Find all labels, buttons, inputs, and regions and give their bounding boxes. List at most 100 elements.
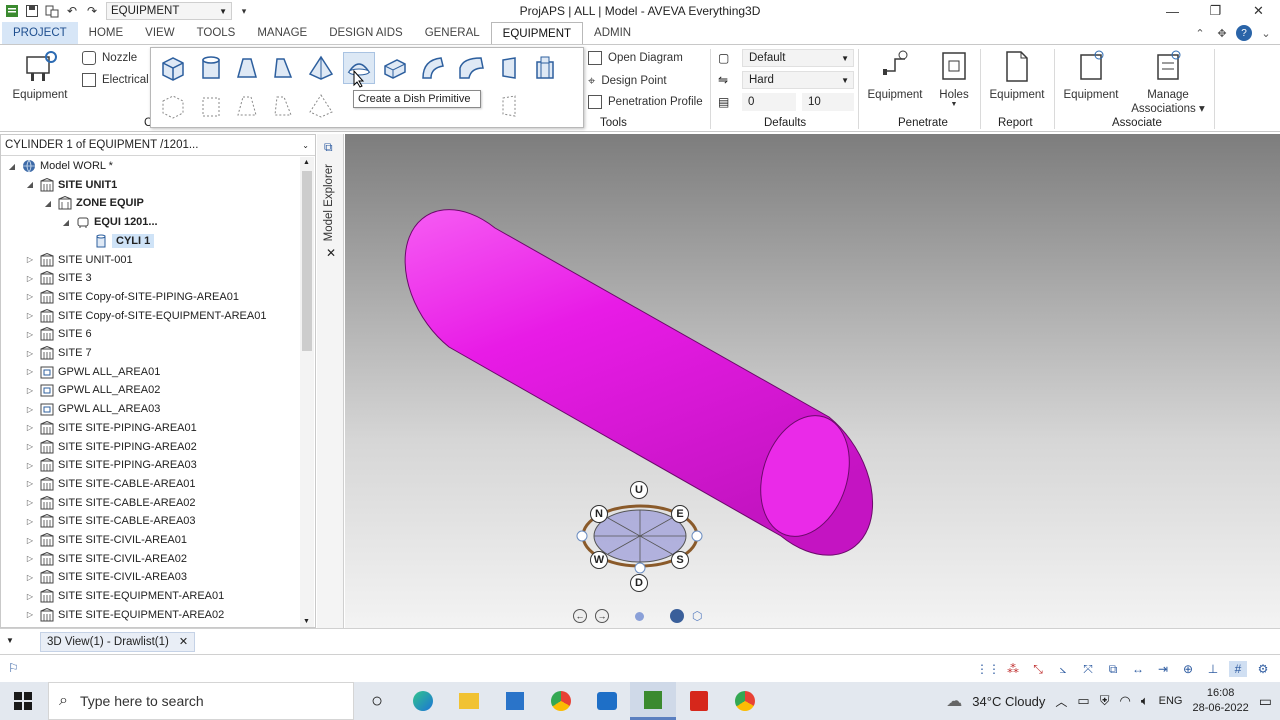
close-button[interactable]: ✕ [1237, 0, 1280, 22]
expand-arrow-icon[interactable]: ▷ [25, 517, 35, 526]
view-indicator-icon[interactable] [635, 612, 644, 621]
tree-item[interactable]: ▷ SITE SITE-PIPING-AREA03 [25, 456, 197, 474]
tree-item[interactable]: ▷ SITE 7 [25, 344, 92, 362]
open-diagram-button[interactable]: Open Diagram [588, 51, 683, 65]
scroll-down-icon[interactable]: ▼ [303, 618, 310, 625]
expand-arrow-icon[interactable]: ▷ [25, 442, 35, 451]
model-explorer-icon[interactable]: ⧉ [324, 140, 333, 155]
module-combo[interactable]: EQUIPMENT ▼ [106, 2, 232, 20]
tree-item[interactable]: ▷ SITE Copy-of-SITE-PIPING-AREA01 [25, 288, 239, 306]
next-view-icon[interactable]: → [595, 609, 609, 623]
tree-item[interactable]: CYLI 1 [79, 232, 155, 250]
compass-up-label[interactable]: U [630, 481, 648, 499]
tab-home[interactable]: HOME [78, 22, 135, 44]
tree-item[interactable]: ▷ SITE UNIT-001 [25, 251, 133, 269]
customize-quick-access-icon[interactable]: ▾ [236, 3, 252, 19]
minimize-button[interactable]: — [1151, 0, 1194, 22]
tree-item[interactable]: ▷ SITE 6 [25, 325, 92, 343]
globe-icon[interactable] [670, 609, 684, 623]
negative-cone-primitive-icon[interactable] [231, 90, 263, 122]
tree-item[interactable]: ▷ SITE SITE-CABLE-AREA02 [25, 494, 196, 512]
close-icon[interactable]: ✕ [179, 635, 188, 648]
cone-primitive-icon[interactable] [231, 52, 263, 84]
tab-admin[interactable]: ADMIN [583, 22, 642, 44]
align-icon[interactable]: ⇥ [1154, 661, 1172, 677]
tab-general[interactable]: GENERAL [414, 22, 491, 44]
snout-primitive-icon[interactable] [267, 52, 299, 84]
expand-arrow-icon[interactable]: ▷ [25, 330, 35, 339]
expand-arrow-icon[interactable]: ▷ [25, 349, 35, 358]
electrical-button[interactable]: Electrical [82, 73, 149, 87]
tree-item[interactable]: ▷ SITE SITE-CABLE-AREA03 [25, 512, 196, 530]
expand-arrow-icon[interactable]: ▷ [25, 255, 35, 264]
3d-viewport[interactable]: U D N E S W ← → ⬡ [345, 134, 1280, 628]
penetration-profile-button[interactable]: Penetration Profile [588, 95, 703, 109]
tree-item[interactable]: ▷ GPWL ALL_AREA01 [25, 363, 160, 381]
expand-arrow-icon[interactable]: ▷ [25, 592, 35, 601]
quick-access-icon[interactable] [44, 3, 60, 19]
outlook-icon[interactable] [584, 682, 630, 720]
store-icon[interactable] [492, 682, 538, 720]
grid-icon[interactable]: # [1229, 661, 1247, 677]
wifi-icon[interactable]: ◠ [1119, 693, 1130, 709]
edge-browser-icon[interactable] [400, 682, 446, 720]
dimension-icon[interactable]: ↔ [1129, 661, 1147, 677]
tree-item[interactable]: ▷ SITE SITE-PIPING-AREA02 [25, 438, 197, 456]
tree-item[interactable]: ▷ SITE 3 [25, 269, 92, 287]
collapse-arrow-icon[interactable]: ◢ [61, 218, 71, 227]
expand-arrow-icon[interactable]: ▷ [25, 554, 35, 563]
tab-view[interactable]: VIEW [134, 22, 185, 44]
windows-start-icon[interactable] [14, 692, 32, 713]
taskbar-search[interactable]: ⌕ Type here to search [48, 682, 354, 720]
slope-bottom-primitive-icon[interactable] [455, 52, 487, 84]
tree-item[interactable]: ▷ SITE SITE-EQUIPMENT-AREA02 [25, 606, 224, 624]
associate-equipment-button[interactable]: Equipment [1062, 49, 1120, 101]
expand-arrow-icon[interactable]: ▷ [25, 498, 35, 507]
volume-icon[interactable]: 🔈︎ [1141, 693, 1149, 709]
expand-arrow-icon[interactable]: ▷ [25, 423, 35, 432]
penetrate-equipment-button[interactable]: Equipment [866, 49, 924, 101]
manage-associations-button[interactable]: Manage Associations ▾ [1128, 49, 1208, 115]
pyramid-primitive-icon[interactable] [305, 52, 337, 84]
tab-project[interactable]: PROJECT [2, 22, 78, 44]
holes-button[interactable]: Holes ▼ [932, 49, 976, 108]
compass-north-label[interactable]: N [590, 505, 608, 523]
snap-angle-icon[interactable]: ⦣ [1054, 661, 1072, 677]
grid-snap-icon[interactable]: ⋮⋮ [976, 661, 1000, 677]
sloped-cylinder-primitive-icon[interactable] [493, 52, 525, 84]
expand-arrow-icon[interactable]: ▷ [25, 610, 35, 619]
cortana-icon[interactable]: ○ [354, 682, 400, 720]
expand-arrow-icon[interactable]: ▷ [25, 274, 35, 283]
measure-icon[interactable]: ⤧ [1079, 661, 1097, 677]
circular-torus-primitive-icon[interactable] [417, 52, 449, 84]
expand-arrow-icon[interactable]: ▷ [25, 386, 35, 395]
scroll-up-icon[interactable]: ▲ [303, 159, 310, 166]
chevron-up-icon[interactable]: ︿ [1055, 693, 1067, 710]
compass-west-label[interactable]: W [590, 551, 608, 569]
snap-point-icon[interactable]: ⁂ [1004, 661, 1022, 677]
tree-item[interactable]: ▷ SITE SITE-PIPING-AREA01 [25, 419, 197, 437]
expand-arrow-icon[interactable]: ◢ [7, 162, 17, 171]
chrome-profile-icon[interactable] [722, 682, 768, 720]
acrobat-icon[interactable] [676, 682, 722, 720]
tree-item[interactable]: ◢ ZONE EQUIP [43, 194, 144, 212]
tree-item[interactable]: ▷ SITE SITE-CABLE-AREA01 [25, 475, 196, 493]
save-icon[interactable] [24, 3, 40, 19]
default-value-b-input[interactable]: 10 [802, 93, 854, 111]
create-equipment-button[interactable]: Equipment [10, 49, 70, 101]
expand-arrow-icon[interactable]: ▷ [25, 573, 35, 582]
rectangular-torus-primitive-icon[interactable] [379, 52, 411, 84]
status-flag-icon[interactable]: ⚐ [8, 661, 19, 675]
language-indicator[interactable]: ENG [1159, 695, 1183, 707]
collapse-arrow-icon[interactable]: ◢ [43, 199, 53, 208]
file-explorer-icon[interactable] [446, 682, 492, 720]
settings-gear-icon[interactable]: ⚙ [1254, 661, 1272, 677]
expand-arrow-icon[interactable]: ▷ [25, 479, 35, 488]
negative-pyramid-primitive-icon[interactable] [305, 90, 337, 122]
view-list-icon[interactable]: ▼ [6, 636, 14, 645]
negative-snout-primitive-icon[interactable] [267, 90, 299, 122]
notifications-icon[interactable]: ▭ [1259, 693, 1272, 710]
extrusion-primitive-icon[interactable] [529, 52, 561, 84]
model-explorer-tab[interactable]: Model Explorer [323, 164, 335, 241]
tab-equipment[interactable]: EQUIPMENT [490, 22, 584, 44]
